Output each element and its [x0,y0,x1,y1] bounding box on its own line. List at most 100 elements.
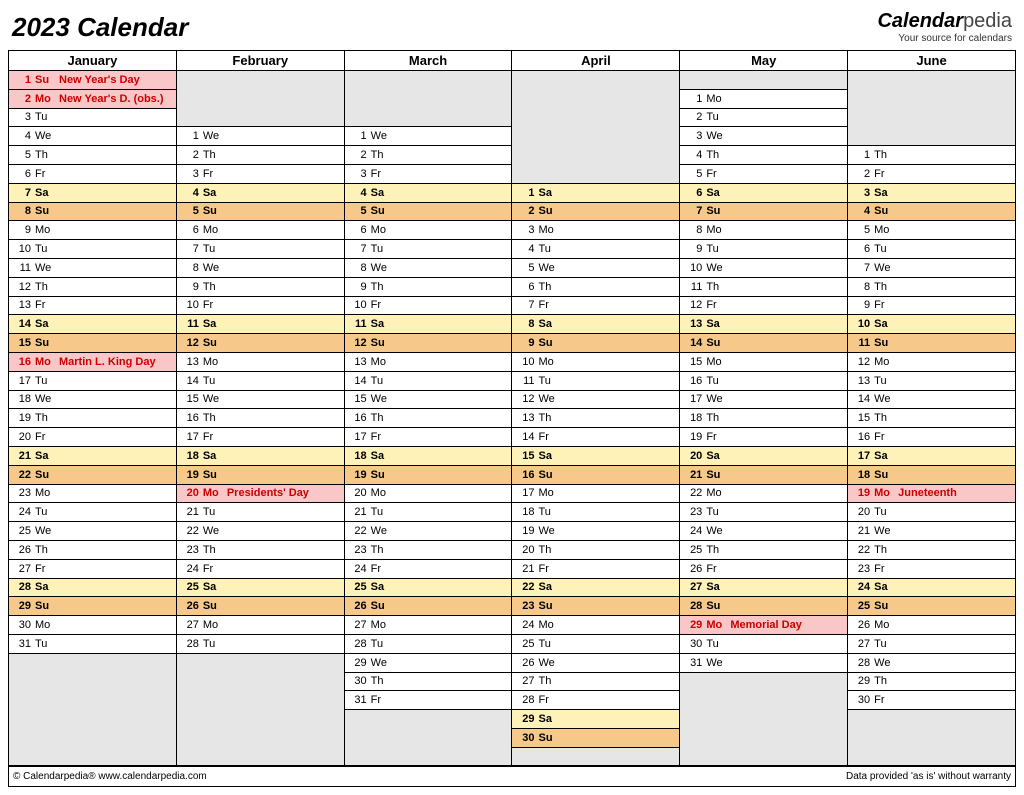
day-cell: 23Tu [680,503,847,522]
month-column: February1We2Th3Fr4Sa5Su6Mo7Tu8We9Th10Fr1… [177,51,345,766]
day-cell: 29Th [848,673,1015,692]
day-number: 12 [181,337,199,349]
day-cell: 11We [9,259,176,278]
day-number: 28 [852,657,870,669]
day-number: 30 [852,694,870,706]
day-number: 20 [516,544,534,556]
day-cell: 2Th [345,146,512,165]
day-number: 25 [13,525,31,537]
day-of-week: Fr [371,563,393,575]
day-cell: 28We [848,654,1015,673]
month-header: February [177,51,344,71]
day-cell: 24 Fr [177,560,344,579]
day-number: 20 [181,487,199,499]
day-number: 19 [684,431,702,443]
day-cell: 18Tu [512,503,679,522]
day-cell: 19Su [177,466,344,485]
month-header: May [680,51,847,71]
day-of-week: Mo [706,93,728,105]
holiday-label: New Year's Day [59,74,140,86]
day-cell: 24Sa [848,579,1015,598]
day-cell: 14We [848,391,1015,410]
day-of-week: We [538,393,560,405]
day-of-week: We [706,525,728,537]
day-of-week: Su [874,600,896,612]
day-number: 24 [181,563,199,575]
day-of-week: We [203,393,225,405]
day-cell: 11Su [848,334,1015,353]
holiday-label: Juneteenth [898,487,957,499]
day-of-week: Tu [203,243,225,255]
day-cell: 11Tu [512,372,679,391]
day-number: 29 [516,713,534,725]
day-of-week: Mo [203,356,225,368]
day-number: 11 [684,281,702,293]
day-cell: 21Tu [177,503,344,522]
day-of-week: Th [706,281,728,293]
day-number: 15 [516,450,534,462]
day-of-week: Su [706,469,728,481]
day-of-week: Th [538,544,560,556]
day-cell: 4Th [680,146,847,165]
day-number: 14 [684,337,702,349]
blank-cell [9,673,176,692]
day-cell: 2Th [177,146,344,165]
blank-cell [177,748,344,767]
day-cell: 26Th [9,541,176,560]
day-of-week: We [706,130,728,142]
day-number: 15 [684,356,702,368]
day-cell: 11Sa [177,315,344,334]
day-number: 4 [852,205,870,217]
day-number: 24 [852,581,870,593]
day-cell: 23Th [177,541,344,560]
day-cell: 16Fr [848,428,1015,447]
month-header: March [345,51,512,71]
day-cell: 17Sa [848,447,1015,466]
day-of-week: Su [35,337,57,349]
day-cell: 3We [680,127,847,146]
day-cell: 6Tu [848,240,1015,259]
day-cell: 15Mo [680,353,847,372]
day-number: 5 [684,168,702,180]
day-of-week: We [874,262,896,274]
day-cell: 8We [177,259,344,278]
day-cell: 20MoPresidents' Day [177,485,344,504]
day-of-week: Mo [538,224,560,236]
day-of-week: Th [203,149,225,161]
calendar-page: 2023 Calendar Calendarpedia Your source … [8,8,1016,787]
day-cell: 11 Th [680,278,847,297]
day-of-week: Th [706,149,728,161]
day-cell: 25Su [848,597,1015,616]
day-of-week: Sa [371,581,393,593]
day-number: 13 [349,356,367,368]
day-cell: 17Tu [9,372,176,391]
day-number: 26 [516,657,534,669]
day-number: 18 [684,412,702,424]
day-number: 16 [13,356,31,368]
day-of-week: Sa [35,450,57,462]
day-of-week: We [35,130,57,142]
day-of-week: Fr [35,299,57,311]
day-cell: 2Fr [848,165,1015,184]
day-number: 26 [13,544,31,556]
day-cell: 25Tu [512,635,679,654]
day-cell: 27Mo [345,616,512,635]
day-of-week: Fr [371,431,393,443]
day-of-week: Tu [35,111,57,123]
day-of-week: We [538,525,560,537]
day-of-week: Tu [706,375,728,387]
day-of-week: Th [371,149,393,161]
blank-cell [345,748,512,767]
day-number: 8 [349,262,367,274]
day-number: 20 [684,450,702,462]
day-of-week: Su [706,337,728,349]
day-of-week: We [706,657,728,669]
day-number: 24 [516,619,534,631]
day-of-week: Fr [203,563,225,575]
day-of-week: Mo [538,487,560,499]
day-number: 7 [516,299,534,311]
day-of-week: Fr [874,168,896,180]
day-cell: 28Su [680,597,847,616]
day-cell: 10Sa [848,315,1015,334]
day-of-week: Mo [706,619,728,631]
